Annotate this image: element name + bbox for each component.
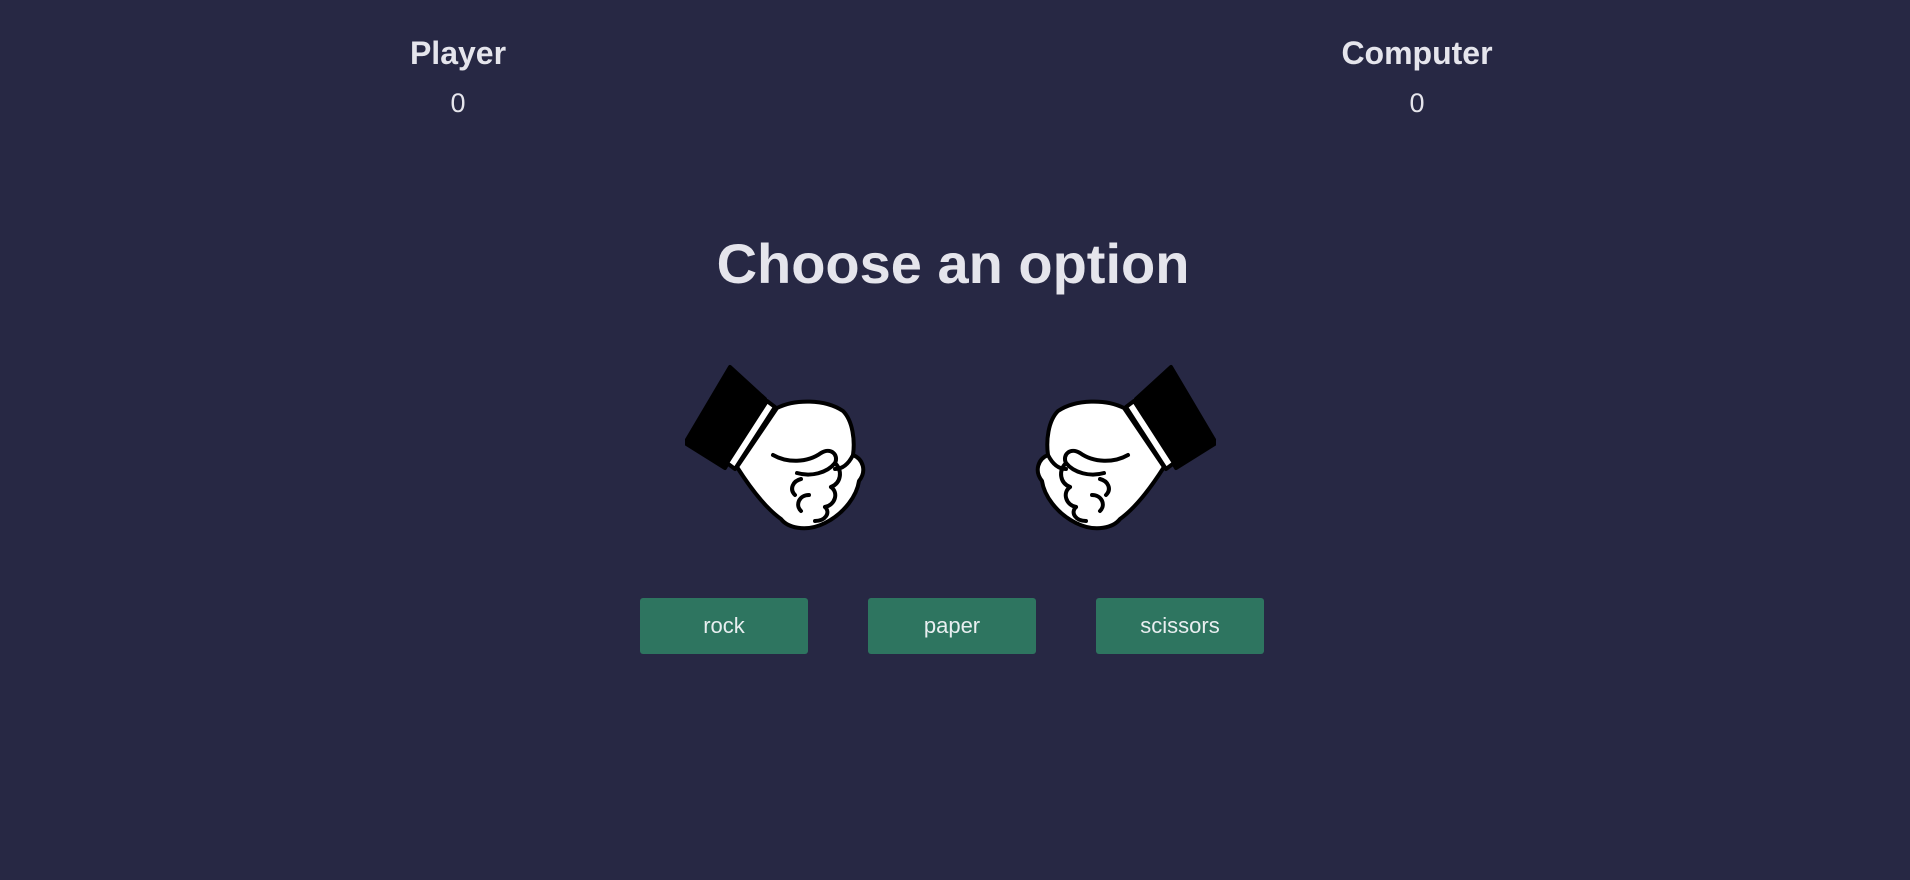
player-hand xyxy=(685,363,875,533)
rock-fist-icon xyxy=(1035,365,1216,531)
scissors-button[interactable]: scissors xyxy=(1096,598,1264,654)
player-score-panel: Player 0 xyxy=(308,33,608,119)
computer-score-panel: Computer 0 xyxy=(1267,33,1567,119)
choose-option-title: Choose an option xyxy=(716,232,1190,295)
rock-fist-icon xyxy=(685,365,866,531)
paper-button[interactable]: paper xyxy=(868,598,1036,654)
computer-score: 0 xyxy=(1409,88,1425,118)
player-label: Player xyxy=(409,35,507,71)
rock-button[interactable]: rock xyxy=(640,598,808,654)
player-score: 0 xyxy=(450,88,466,118)
computer-hand xyxy=(1026,363,1216,533)
computer-label: Computer xyxy=(1341,35,1493,71)
